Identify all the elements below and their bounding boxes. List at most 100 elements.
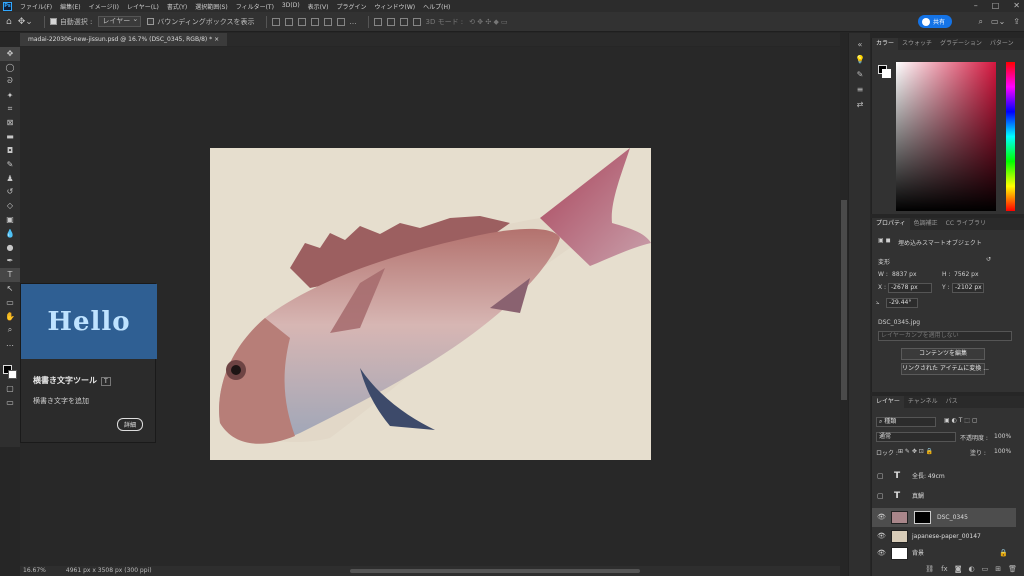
menu-item[interactable]: イメージ(I) bbox=[85, 2, 123, 11]
lock-icons[interactable]: ⊞ ✎ ✥ ⊡ 🔒 bbox=[898, 448, 933, 455]
eyedropper-tool-icon[interactable]: ▬ bbox=[0, 130, 20, 144]
fx-icon[interactable]: fx bbox=[941, 563, 948, 576]
brush-tool-icon[interactable]: ✎ bbox=[0, 157, 20, 171]
document-tab[interactable]: madai-220306-new-jissun.psd @ 16.7% (DSC… bbox=[20, 33, 228, 46]
distribute-icon[interactable] bbox=[373, 17, 382, 26]
eraser-tool-icon[interactable]: ◇ bbox=[0, 199, 20, 213]
blend-mode-dropdown[interactable]: 通常 bbox=[876, 432, 956, 442]
share-button[interactable]: 共有 bbox=[917, 15, 952, 28]
blur-tool-icon[interactable]: 💧 bbox=[0, 226, 20, 240]
adjustments-icon[interactable]: ≡ bbox=[849, 82, 871, 97]
document-canvas[interactable] bbox=[210, 148, 651, 460]
background-color-chip[interactable] bbox=[882, 69, 891, 78]
visibility-off-icon[interactable]: ▢ bbox=[877, 467, 884, 486]
dodge-tool-icon[interactable]: ● bbox=[0, 240, 20, 254]
panel-tab[interactable]: パス bbox=[942, 396, 962, 408]
learn-more-button[interactable]: 詳細 bbox=[117, 418, 144, 431]
type-tool-icon[interactable]: T bbox=[0, 267, 20, 282]
brush-panel-icon[interactable]: ✎ bbox=[849, 67, 871, 82]
pen-tool-icon[interactable]: ✒ bbox=[0, 254, 20, 268]
y-position-input[interactable]: -2102 px bbox=[952, 283, 984, 293]
zoom-level[interactable]: 16.67% bbox=[23, 566, 46, 576]
properties-icon[interactable]: ⇄ bbox=[849, 97, 871, 112]
gradient-tool-icon[interactable]: ▣ bbox=[0, 213, 20, 227]
3d-orbit-icon[interactable]: ⟲ ✥ ✣ ◆ ▭ bbox=[469, 18, 508, 26]
menu-item[interactable]: 編集(E) bbox=[56, 2, 84, 11]
auto-select-checkbox[interactable]: 自動選択 : bbox=[49, 17, 92, 27]
layer-comp-dropdown[interactable]: レイヤーカンプを適用しない bbox=[878, 331, 1012, 341]
background-color-swatch[interactable] bbox=[8, 370, 17, 379]
convert-to-linked-button[interactable]: リンクされた アイテムに変換 ... bbox=[901, 363, 989, 375]
object-select-tool-icon[interactable]: ✦ bbox=[0, 88, 20, 102]
crop-tool-icon[interactable]: ⌗ bbox=[0, 102, 20, 116]
distribute-icon[interactable] bbox=[386, 17, 395, 26]
x-position-input[interactable]: -2678 px bbox=[888, 283, 932, 293]
collapse-icon[interactable]: « bbox=[849, 37, 871, 52]
vertical-scrollbar[interactable] bbox=[841, 200, 847, 400]
panel-tab[interactable]: カラー bbox=[872, 38, 899, 50]
share-icon[interactable]: ⇪ bbox=[1013, 17, 1020, 27]
panel-tab[interactable]: スウォッチ bbox=[898, 38, 936, 50]
menu-item[interactable]: 書式(Y) bbox=[163, 2, 191, 11]
trash-icon[interactable]: 🗑 bbox=[1008, 563, 1017, 576]
menu-item[interactable]: 3D(D) bbox=[278, 2, 304, 11]
menu-item[interactable]: プラグイン bbox=[332, 2, 370, 11]
move-tool-icon[interactable]: ✥⌄ bbox=[18, 17, 33, 27]
more-tools-icon[interactable]: … bbox=[0, 337, 20, 351]
mask-icon[interactable]: ◙ bbox=[955, 563, 962, 576]
new-layer-icon[interactable]: ⊞ bbox=[995, 563, 1001, 576]
menu-item[interactable]: ウィンドウ(W) bbox=[370, 2, 419, 11]
link-icon[interactable]: ⛓ bbox=[925, 563, 934, 576]
panel-tab[interactable]: 色調補正 bbox=[910, 218, 942, 230]
bounding-box-checkbox[interactable]: バウンディングボックスを表示 bbox=[147, 17, 255, 27]
layer-row[interactable]: ▢ T 真鯛 bbox=[872, 487, 1016, 506]
auto-select-target-dropdown[interactable]: レイヤー bbox=[98, 15, 142, 27]
color-picker-field[interactable] bbox=[896, 62, 996, 211]
stamp-tool-icon[interactable]: ♟ bbox=[0, 171, 20, 185]
menu-item[interactable]: ファイル(F) bbox=[16, 2, 56, 11]
learn-icon[interactable]: 💡 bbox=[849, 52, 871, 67]
frame-tool-icon[interactable]: ⊠ bbox=[0, 116, 20, 130]
align-right-icon[interactable] bbox=[297, 17, 306, 26]
more-options-icon[interactable]: … bbox=[350, 18, 357, 26]
adjustment-layer-icon[interactable]: ◐ bbox=[969, 563, 975, 576]
fill-value[interactable]: 100% bbox=[994, 448, 1011, 455]
rectangle-tool-icon[interactable]: ▭ bbox=[0, 295, 20, 309]
angle-input[interactable]: -29.44° bbox=[886, 298, 918, 308]
close-tab-icon[interactable]: × bbox=[214, 36, 219, 43]
align-left-icon[interactable] bbox=[271, 17, 280, 26]
workspace-icon[interactable]: ▭⌄ bbox=[991, 17, 1005, 27]
layer-row[interactable]: ▢ T 全長: 49cm bbox=[872, 467, 1016, 486]
distribute-icon[interactable] bbox=[412, 17, 421, 26]
eye-icon[interactable]: 👁 bbox=[877, 508, 886, 527]
reset-transform-icon[interactable]: ↺ bbox=[986, 256, 991, 263]
layer-filter-dropdown[interactable]: ⌕ 種類 bbox=[876, 417, 936, 427]
horizontal-scrollbar[interactable] bbox=[350, 569, 640, 573]
panel-tab[interactable]: プロパティ bbox=[872, 218, 910, 230]
menu-item[interactable]: ヘルプ(H) bbox=[419, 2, 454, 11]
layer-row[interactable]: 👁 背景 🔒 bbox=[872, 544, 1016, 563]
zoom-tool-icon[interactable]: ⌕ bbox=[0, 323, 20, 337]
align-middle-icon[interactable] bbox=[323, 17, 332, 26]
panel-tab[interactable]: CC ライブラリ bbox=[942, 218, 990, 230]
panel-tab[interactable]: チャンネル bbox=[904, 396, 942, 408]
marquee-tool-icon[interactable]: ◯ bbox=[0, 61, 20, 75]
menu-item[interactable]: フィルター(T) bbox=[232, 2, 278, 11]
align-bottom-icon[interactable] bbox=[336, 17, 345, 26]
layer-row-selected[interactable]: 👁 DSC_0345 bbox=[872, 508, 1016, 527]
opacity-value[interactable]: 100% bbox=[994, 433, 1011, 440]
close-icon[interactable]: ✕ bbox=[1013, 0, 1020, 12]
distribute-icon[interactable] bbox=[399, 17, 408, 26]
search-icon[interactable]: ⌕ bbox=[979, 17, 983, 27]
filter-icons[interactable]: ▣ ◐ T ⬚ ▢ bbox=[944, 417, 978, 424]
edit-contents-button[interactable]: コンテンツを編集 bbox=[901, 348, 985, 360]
align-center-icon[interactable] bbox=[284, 17, 293, 26]
panel-tab[interactable]: グラデーション bbox=[936, 38, 986, 50]
visibility-off-icon[interactable]: ▢ bbox=[877, 487, 884, 506]
lasso-tool-icon[interactable]: ᘐ bbox=[0, 75, 20, 89]
screen-mode-icon[interactable]: ▭ bbox=[0, 396, 20, 410]
healing-brush-icon[interactable]: ◘ bbox=[0, 144, 20, 158]
move-tool-icon[interactable]: ✥ bbox=[0, 47, 20, 61]
align-top-icon[interactable] bbox=[310, 17, 319, 26]
panel-tab[interactable]: パターン bbox=[986, 38, 1018, 50]
